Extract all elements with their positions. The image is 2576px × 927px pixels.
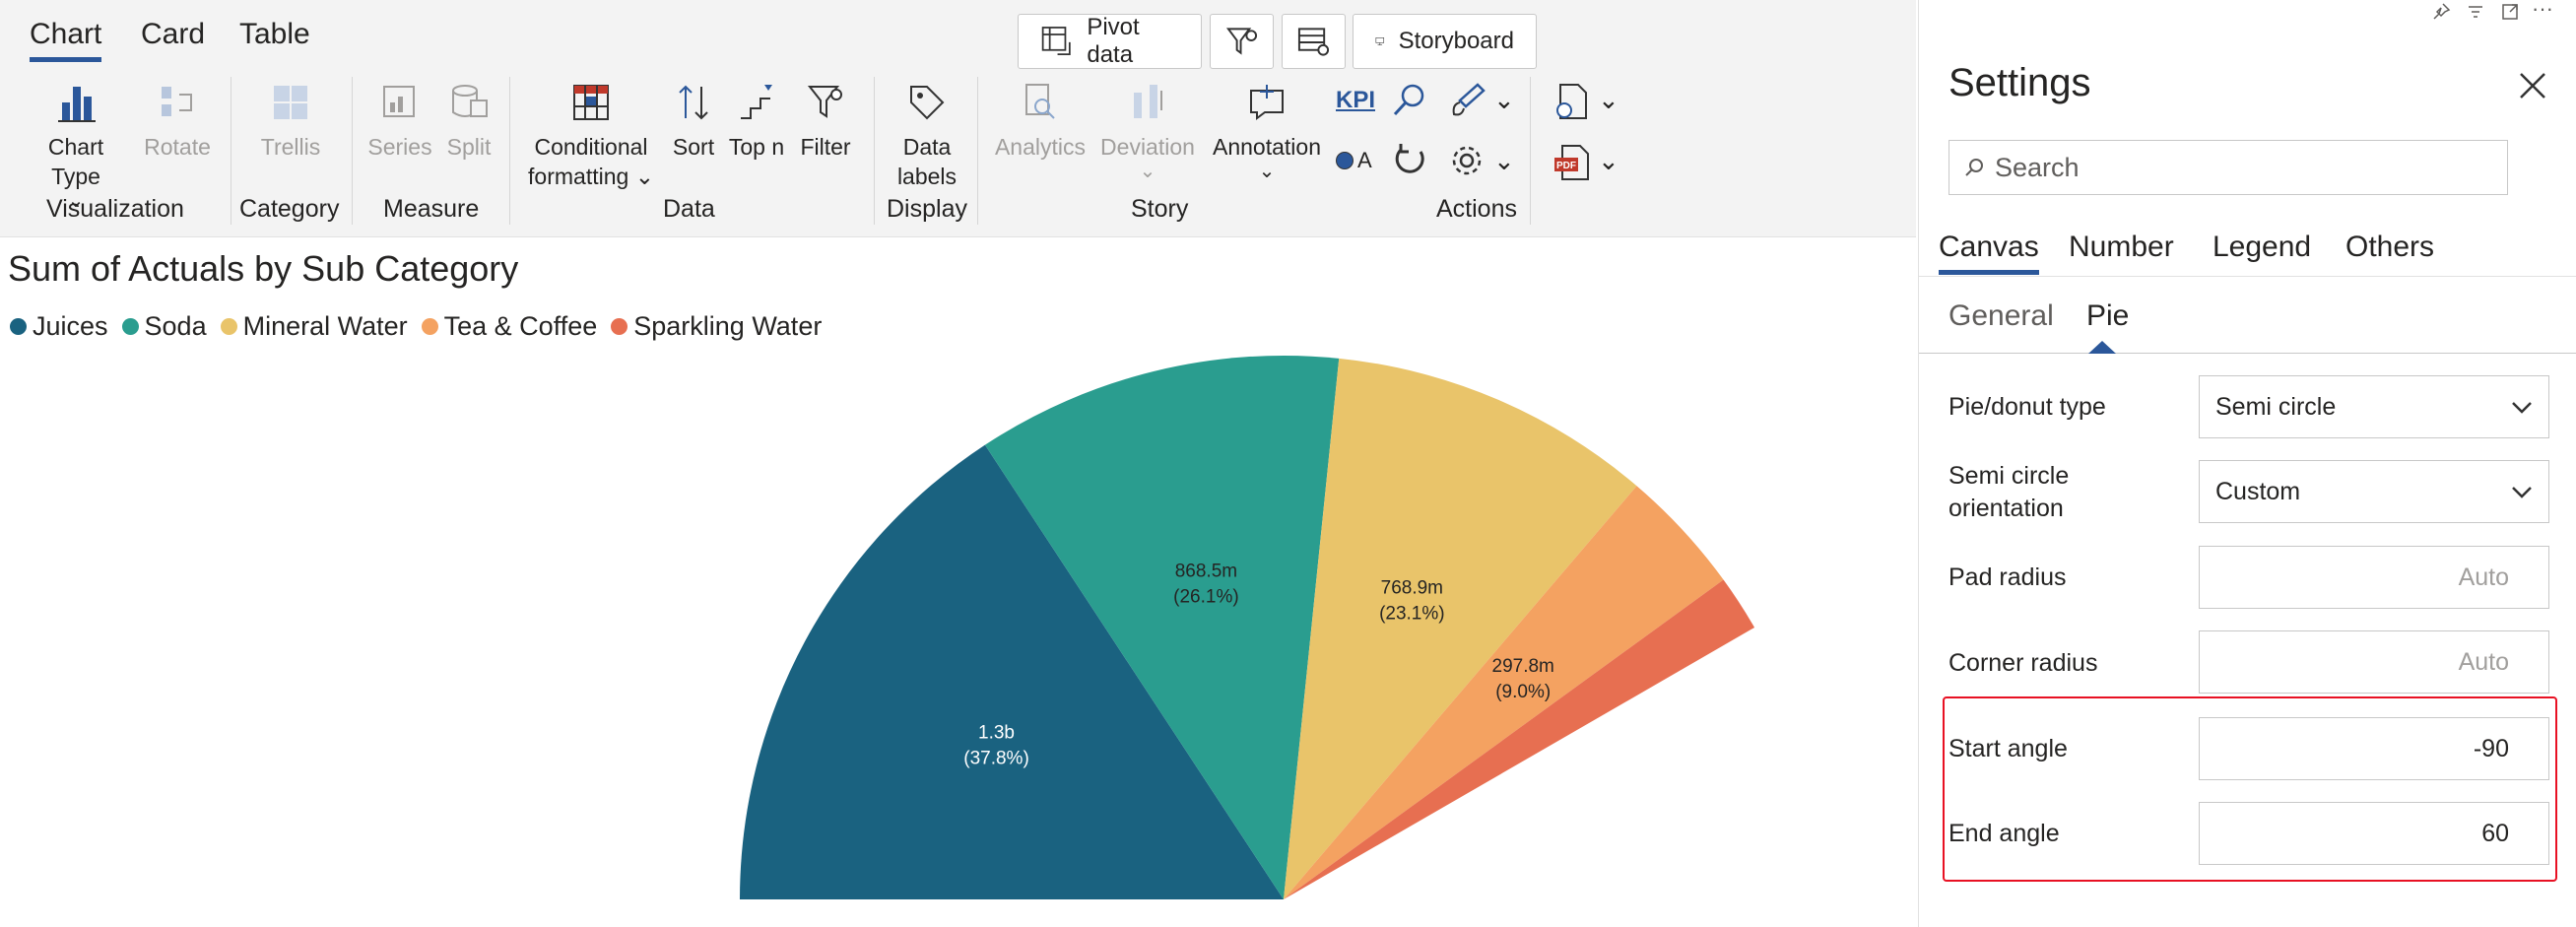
pie-donut-type-value: Semi circle	[2215, 392, 2337, 421]
subtab-pie[interactable]: Pie	[2086, 299, 2129, 333]
subtab-divider	[1919, 353, 2576, 354]
tab-divider	[1919, 276, 2576, 277]
tab-number[interactable]: Number	[2069, 231, 2174, 264]
pie-donut-type-label: Pie/donut type	[1949, 393, 2106, 421]
tab-others[interactable]: Others	[2345, 231, 2434, 264]
pie-chart: 1.3b (37.8%) 868.5m (26.1%) 768.9m (23.1%) 297…	[740, 355, 1755, 899]
subtab-general[interactable]: General	[1949, 299, 2054, 333]
end-angle-input[interactable]: 60	[2199, 802, 2549, 865]
filter-lines-icon[interactable]	[2466, 2, 2485, 22]
orientation-select[interactable]: Custom	[2199, 460, 2549, 523]
corner-radius-input[interactable]: Auto	[2199, 630, 2549, 694]
orientation-label-line1: Semi circle	[1949, 462, 2070, 490]
more-options-icon[interactable]: ···	[2532, 0, 2553, 22]
tab-legend[interactable]: Legend	[2213, 231, 2311, 264]
slice-percent-label: (26.1%)	[1173, 586, 1239, 607]
active-subtab-indicator	[2088, 341, 2116, 354]
tab-canvas[interactable]: Canvas	[1939, 231, 2039, 275]
semi-circle-orientation-label: Semi circle orientation	[1949, 460, 2069, 525]
search-icon	[1965, 159, 1983, 176]
slice-value-label: 1.3b	[978, 723, 1015, 744]
slice-value-label: 868.5m	[1175, 561, 1237, 581]
pie-donut-type-select[interactable]: Semi circle	[2199, 375, 2549, 438]
close-icon[interactable]	[2516, 69, 2549, 102]
settings-title: Settings	[1949, 61, 2091, 104]
expand-icon[interactable]	[2500, 2, 2520, 22]
slice-percent-label: (9.0%)	[1495, 682, 1551, 702]
corner-radius-label: Corner radius	[1949, 649, 2098, 677]
settings-search-input[interactable]: Search	[1949, 140, 2508, 195]
slice-percent-label: (37.8%)	[963, 749, 1029, 769]
pad-radius-input[interactable]: Auto	[2199, 546, 2549, 609]
chevron-down-icon	[2511, 478, 2533, 506]
start-angle-input[interactable]: -90	[2199, 717, 2549, 780]
pin-icon[interactable]	[2431, 2, 2451, 22]
search-placeholder: Search	[1995, 152, 2080, 182]
pad-radius-label: Pad radius	[1949, 563, 2067, 591]
orientation-value: Custom	[2215, 477, 2301, 505]
slice-percent-label: (23.1%)	[1379, 604, 1445, 625]
slice-value-label: 768.9m	[1381, 578, 1443, 599]
slice-value-label: 297.8m	[1492, 656, 1554, 677]
orientation-label-line2: orientation	[1949, 495, 2064, 522]
chevron-down-icon	[2511, 393, 2533, 422]
